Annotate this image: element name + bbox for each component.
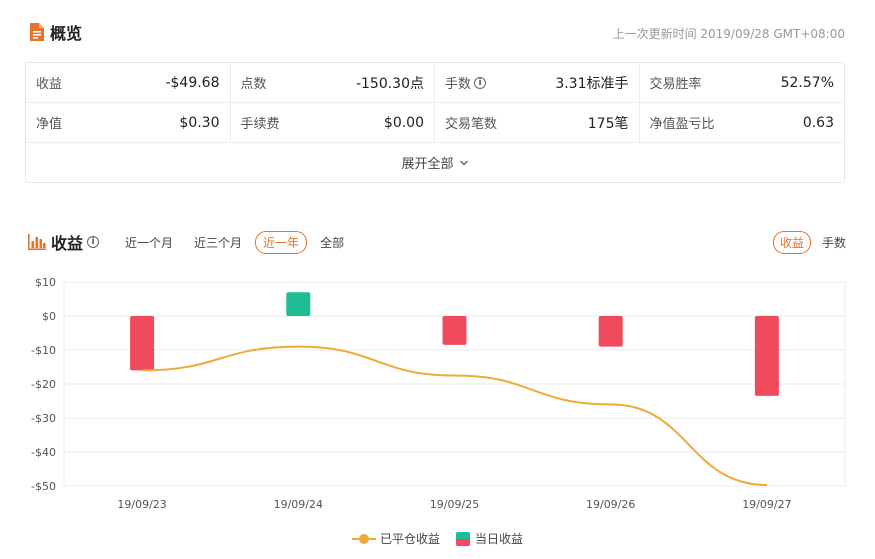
bar [130, 316, 155, 371]
chart-legend: 已平仓收益 当日收益 [0, 530, 875, 547]
tab-all[interactable]: 全部 [312, 231, 352, 254]
y-tick-label: -$50 [31, 480, 56, 493]
stat-label: 交易胜率 [649, 77, 702, 92]
stat-cell: 交易胜率 52.57% [639, 63, 844, 103]
expand-all-button[interactable]: 展开全部 [26, 143, 844, 182]
stat-value: 52.57% [780, 74, 834, 91]
expand-all-label: 展开全部 [401, 157, 454, 172]
bar-chart-icon [28, 234, 46, 250]
stat-value: -$49.68 [165, 74, 220, 91]
last-updated: 上一次更新时间 2019/09/28 GMT+08:00 [612, 27, 845, 41]
bar-series-swatch [456, 531, 470, 546]
y-tick-label: -$30 [31, 412, 56, 425]
stat-cell: 净值盈亏比 0.63 [639, 103, 844, 143]
overview-header: 概览 [28, 20, 82, 44]
legend-item-closed-profit[interactable]: 已平仓收益 [351, 530, 440, 547]
stat-value: 0.63 [802, 114, 834, 131]
stat-value: $0.30 [179, 114, 220, 131]
chevron-down-icon [459, 160, 468, 165]
tab-one-year[interactable]: 近一年 [255, 230, 308, 254]
stat-label: 交易笔数 [445, 117, 498, 132]
profit-chart: $10 $0 -$10 -$20 -$30 -$40 -$50 19/09/23 19/09/2… [31, 276, 846, 511]
document-icon [30, 23, 44, 41]
stat-cell: 手续费 $0.00 [230, 103, 435, 143]
x-tick-label: 19/09/23 [117, 498, 166, 511]
x-tick-label: 19/09/25 [430, 498, 479, 511]
y-tick-label: -$20 [31, 378, 56, 391]
line-series [142, 345, 767, 486]
stat-label: 净值盈亏比 [649, 117, 715, 132]
stat-label: 收益 [36, 77, 63, 92]
legend-label: 当日收益 [475, 532, 524, 546]
bar [286, 292, 311, 316]
y-tick-label: $10 [35, 276, 56, 289]
stat-label: 手数 [445, 77, 472, 92]
stat-cell: 收益 -$49.68 [26, 63, 231, 103]
legend-label: 已平仓收益 [379, 532, 440, 546]
stat-value: $0.00 [383, 114, 424, 131]
profit-title: 收益 [51, 234, 84, 253]
info-icon[interactable]: i [474, 76, 487, 89]
bar [442, 316, 467, 345]
overview-title: 概览 [50, 24, 83, 43]
stats-grid: 收益 -$49.68 点数 -150.30点 手数 i 3.31标准手 交易胜率… [26, 63, 844, 143]
profit-toolbar: 收益 i 近一个月 近三个月 近一年 全部 收益 手数 [28, 230, 853, 254]
stat-label: 点数 [240, 77, 267, 92]
stat-label: 净值 [36, 117, 63, 132]
tab-three-months[interactable]: 近三个月 [186, 231, 250, 254]
stats-card: 收益 -$49.68 点数 -150.30点 手数 i 3.31标准手 交易胜率… [25, 62, 845, 183]
bar [754, 316, 779, 396]
bar [598, 316, 623, 347]
stat-value: 175笔 [587, 115, 629, 132]
stat-cell: 交易笔数 175笔 [435, 103, 640, 143]
legend-item-daily-profit[interactable]: 当日收益 [456, 530, 523, 547]
stat-value: 3.31标准手 [555, 75, 629, 92]
x-tick-label: 19/09/26 [586, 498, 635, 511]
y-tick-label: -$40 [31, 446, 56, 459]
x-tick-label: 19/09/27 [742, 498, 791, 511]
tab-metric-profit[interactable]: 收益 [772, 230, 811, 254]
stat-label-with-info: 手数 i [445, 73, 487, 92]
x-tick-label: 19/09/24 [274, 498, 323, 511]
metric-tabs: 收益 手数 [769, 230, 853, 254]
line-series-swatch [351, 533, 376, 544]
tab-one-month[interactable]: 近一个月 [117, 231, 181, 254]
info-icon[interactable]: i [87, 236, 100, 248]
y-tick-label: $0 [42, 310, 56, 323]
range-tabs: 近一个月 近三个月 近一年 全部 [117, 230, 357, 254]
stat-label: 手续费 [240, 117, 280, 132]
tab-metric-lots[interactable]: 手数 [815, 231, 853, 254]
stat-cell: 手数 i 3.31标准手 [435, 63, 640, 103]
stat-value: -150.30点 [355, 75, 424, 92]
stat-cell: 点数 -150.30点 [230, 63, 435, 103]
y-tick-label: -$10 [31, 344, 56, 357]
stat-cell: 净值 $0.30 [26, 103, 231, 143]
